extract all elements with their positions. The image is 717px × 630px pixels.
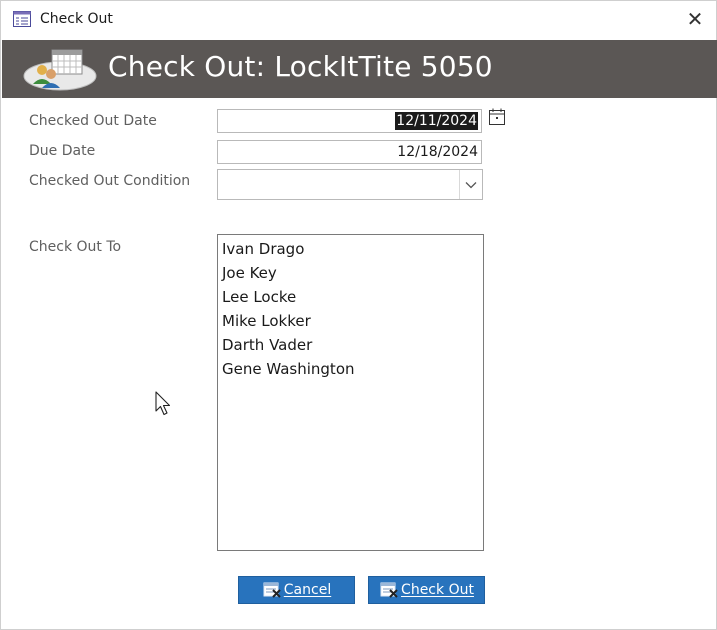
close-button[interactable]: ✕: [680, 5, 710, 33]
condition-dropdown-button[interactable]: [459, 170, 482, 199]
due-date-field[interactable]: 12/18/2024: [217, 140, 482, 164]
window-title: Check Out: [40, 11, 113, 27]
form-heading: Check Out: LockItTite 5050: [108, 50, 493, 83]
checked-out-date-value: 12/11/2024: [395, 112, 478, 130]
check-out-button[interactable]: Check Out: [368, 576, 485, 604]
title-bar: Check Out ✕: [1, 1, 716, 39]
date-picker-calendar-icon[interactable]: [487, 107, 507, 127]
list-item[interactable]: Joe Key: [218, 261, 483, 285]
check-out-to-label: Check Out To: [29, 239, 122, 255]
checked-out-condition-combo[interactable]: [217, 169, 483, 200]
list-item[interactable]: Lee Locke: [218, 285, 483, 309]
due-date-label: Due Date: [29, 143, 96, 159]
check-out-dialog: Check Out ✕ Check Out: LockItTite 5050 C: [0, 0, 717, 630]
form-icon: [13, 11, 31, 27]
checked-out-condition-label: Checked Out Condition: [29, 173, 191, 189]
due-date-value: 12/18/2024: [397, 144, 478, 160]
mouse-pointer-icon: [155, 391, 171, 416]
check-out-form-icon: [380, 582, 398, 598]
chevron-down-icon: [465, 181, 477, 188]
check-out-button-label: Check Out: [401, 582, 474, 598]
close-icon: ✕: [686, 7, 704, 31]
list-item[interactable]: Mike Lokker: [218, 309, 483, 333]
cancel-button[interactable]: Cancel: [238, 576, 355, 604]
list-item[interactable]: Gene Washington: [218, 357, 483, 381]
cancel-form-icon: [263, 582, 281, 598]
cancel-button-label: Cancel: [283, 582, 332, 598]
form-header: Check Out: LockItTite 5050: [2, 40, 717, 98]
list-item[interactable]: Ivan Drago: [218, 237, 483, 261]
list-item[interactable]: Darth Vader: [218, 333, 483, 357]
calendar-people-icon: [23, 49, 97, 91]
checked-out-date-label: Checked Out Date: [29, 113, 157, 129]
check-out-to-listbox[interactable]: Ivan Drago Joe Key Lee Locke Mike Lokker…: [217, 234, 484, 551]
checked-out-date-field[interactable]: 12/11/2024: [217, 109, 482, 133]
